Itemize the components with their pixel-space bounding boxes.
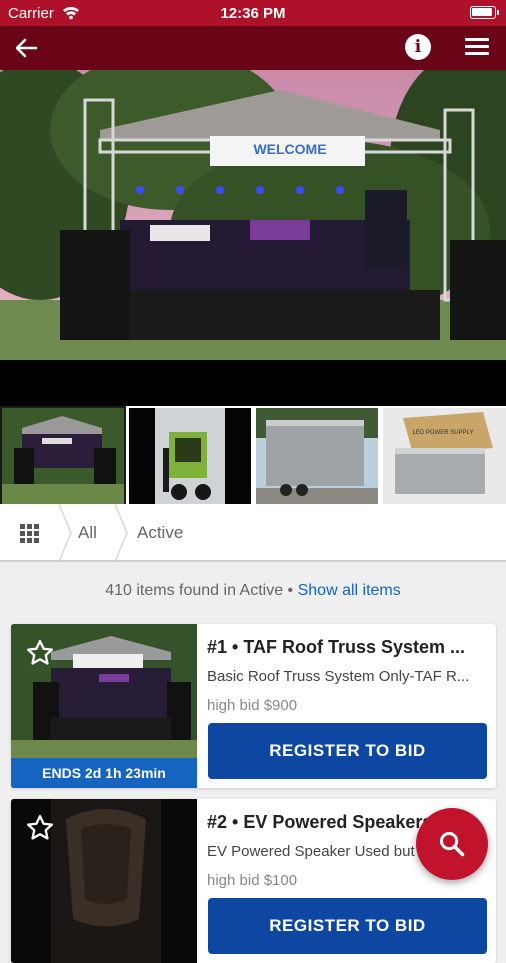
thumbnail-trailer[interactable]	[256, 408, 378, 504]
arrow-left-icon[interactable]	[12, 34, 40, 62]
battery-icon	[470, 6, 499, 19]
info-icon[interactable]: i	[405, 34, 431, 60]
grid-icon[interactable]	[20, 524, 40, 544]
lot-high-bid: high bid $100	[207, 872, 298, 889]
lot-title[interactable]: #1 • TAF Roof Truss System ...	[207, 637, 487, 658]
thumbnail-strip: LED POWER SUPPLY	[0, 406, 506, 506]
breadcrumb-active[interactable]: Active	[137, 523, 183, 543]
svg-text:WELCOME: WELCOME	[253, 141, 326, 157]
app-bar: i	[0, 26, 506, 70]
star-icon[interactable]	[25, 813, 55, 843]
lot-image[interactable]	[11, 799, 197, 963]
lot-image[interactable]: ENDS 2d 1h 23min	[11, 624, 197, 788]
register-to-bid-button[interactable]: REGISTER TO BID	[208, 723, 487, 779]
results-summary: 410 items found in Active • Show all ite…	[0, 582, 506, 600]
breadcrumb-separator	[58, 504, 72, 562]
show-all-items-link[interactable]: Show all items	[298, 582, 401, 599]
thumbnail-forklift[interactable]	[129, 408, 251, 504]
status-bar: Carrier 12:36 PM	[0, 0, 506, 26]
register-to-bid-button[interactable]: REGISTER TO BID	[208, 898, 487, 954]
breadcrumb-all[interactable]: All	[78, 523, 97, 543]
filter-bar: All Active	[0, 504, 506, 562]
results-separator: •	[283, 582, 298, 599]
lot-card[interactable]: ENDS 2d 1h 23min #1 • TAF Roof Truss Sys…	[11, 624, 496, 788]
lot-high-bid: high bid $900	[207, 697, 298, 714]
svg-text:LED POWER SUPPLY: LED POWER SUPPLY	[413, 430, 474, 436]
thumbnail-stage[interactable]	[0, 406, 126, 506]
star-icon[interactable]	[25, 638, 55, 668]
results-count: 410 items found in Active	[105, 582, 284, 599]
lot-description: Basic Roof Truss System Only-TAF R...	[207, 668, 470, 685]
ends-timer-badge: ENDS 2d 1h 23min	[11, 758, 197, 788]
search-icon	[439, 831, 465, 857]
hamburger-menu-icon[interactable]	[465, 38, 489, 58]
breadcrumb-separator	[114, 504, 128, 562]
search-fab-button[interactable]	[416, 808, 488, 880]
clock: 12:36 PM	[220, 5, 286, 22]
hero-image[interactable]: WELCOME	[0, 70, 506, 406]
thumbnail-power-supply[interactable]: LED POWER SUPPLY	[383, 408, 506, 504]
